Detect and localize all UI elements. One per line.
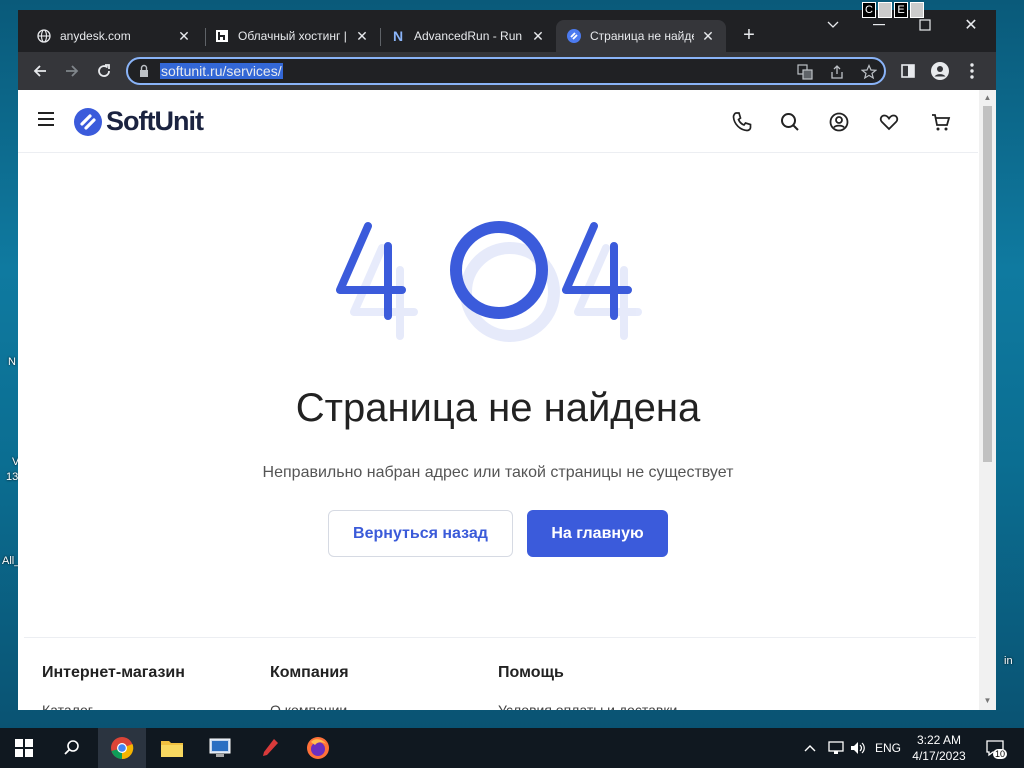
pen-app-icon[interactable] <box>246 728 294 768</box>
softunit-logo-icon <box>74 107 102 136</box>
account-icon[interactable] <box>827 110 851 134</box>
scroll-up-arrow[interactable]: ▲ <box>983 93 992 102</box>
site-logo[interactable]: SoftUnit <box>74 106 204 137</box>
tab-advancedrun[interactable]: N AdvancedRun - Run ✕ <box>380 20 556 52</box>
search-icon[interactable] <box>778 110 802 134</box>
desktop-label: N <box>8 356 16 368</box>
remote-overlay-controls[interactable]: C E <box>862 2 924 18</box>
notification-center-icon[interactable]: 10 <box>980 728 1010 768</box>
overlay-box[interactable] <box>910 2 924 18</box>
bookmark-star-icon[interactable] <box>860 63 878 81</box>
network-icon[interactable] <box>824 728 848 768</box>
translate-icon[interactable] <box>796 63 814 81</box>
page-scrollbar[interactable]: ▲ ▼ <box>979 90 996 710</box>
firefox-icon[interactable] <box>294 728 342 768</box>
footer-link-about[interactable]: О компании <box>270 702 347 710</box>
browser-window: anydesk.com ✕ Облачный хостинг | ✕ N Adv… <box>18 10 996 710</box>
url-text[interactable]: softunit.ru/services/ <box>160 63 283 79</box>
tab-title: Облачный хостинг | <box>238 29 347 43</box>
notification-count: 10 <box>993 749 1008 759</box>
reload-button[interactable] <box>92 59 116 83</box>
scroll-down-arrow[interactable]: ▼ <box>983 696 992 705</box>
chrome-taskbar-icon[interactable] <box>98 728 146 768</box>
forward-button[interactable] <box>60 59 84 83</box>
error-404-graphic <box>336 221 642 342</box>
tab-anydesk[interactable]: anydesk.com ✕ <box>26 20 202 52</box>
close-icon[interactable]: ✕ <box>176 28 192 44</box>
page-content: SoftUnit Страница не найдена Неправильно… <box>18 90 996 710</box>
desktop-label: 13 <box>6 471 19 483</box>
side-panel-icon[interactable] <box>896 59 920 83</box>
tab-search-button[interactable] <box>810 10 856 40</box>
tab-softunit[interactable]: Страница не найде ✕ <box>556 20 726 52</box>
footer-link-delivery[interactable]: Условия оплаты и доставки <box>498 702 677 710</box>
footer-divider <box>24 637 976 638</box>
back-button[interactable] <box>28 59 52 83</box>
tab-title: anydesk.com <box>60 29 131 43</box>
page-title: Страница не найдена <box>295 386 701 430</box>
system-clock[interactable]: 3:22 AM 4/17/2023 <box>904 732 974 764</box>
tab-strip: anydesk.com ✕ Облачный хостинг | ✕ N Adv… <box>18 10 996 52</box>
footer-heading-help: Помощь <box>498 664 564 681</box>
go-back-button[interactable]: Вернуться назад <box>328 510 513 557</box>
favorites-heart-icon[interactable] <box>877 110 901 134</box>
home-button[interactable]: На главную <box>527 510 668 557</box>
scrollbar-thumb[interactable] <box>983 106 992 462</box>
cart-icon[interactable] <box>929 110 953 134</box>
remote-desktop-icon[interactable] <box>196 728 244 768</box>
close-window-button[interactable]: ✕ <box>948 10 994 40</box>
start-button[interactable] <box>0 728 48 768</box>
file-explorer-icon[interactable] <box>148 728 196 768</box>
taskbar: ENG 3:22 AM 4/17/2023 10 <box>0 728 1024 768</box>
close-icon[interactable]: ✕ <box>530 28 546 44</box>
globe-icon <box>36 28 52 44</box>
footer-heading-company: Компания <box>270 664 349 681</box>
volume-icon[interactable] <box>848 728 868 768</box>
close-icon[interactable]: ✕ <box>354 28 370 44</box>
hamburger-menu-icon[interactable] <box>38 112 54 126</box>
overlay-c[interactable]: C <box>862 2 876 18</box>
address-bar[interactable]: softunit.ru/services/ <box>126 57 886 85</box>
search-icon[interactable] <box>48 728 96 768</box>
lock-icon[interactable] <box>138 64 152 78</box>
footer-heading-shop: Интернет-магазин <box>42 664 185 681</box>
logo-text: SoftUnit <box>106 106 204 136</box>
tab-title: AdvancedRun - Run <box>414 29 523 43</box>
browser-toolbar: softunit.ru/services/ <box>18 52 996 90</box>
clock-time: 3:22 AM <box>916 733 962 747</box>
site-header: SoftUnit <box>18 90 978 153</box>
show-hidden-icons[interactable] <box>800 728 820 768</box>
n-favicon: N <box>392 28 404 44</box>
overlay-box[interactable] <box>878 2 892 18</box>
language-indicator[interactable]: ENG <box>872 728 904 768</box>
softunit-favicon <box>566 28 582 44</box>
phone-icon[interactable] <box>730 110 754 134</box>
menu-kebab-icon[interactable] <box>960 59 984 83</box>
hosting-favicon <box>214 28 230 44</box>
profile-icon[interactable] <box>928 59 952 83</box>
footer-link-catalog[interactable]: Каталог <box>42 702 93 710</box>
tab-hosting[interactable]: Облачный хостинг | ✕ <box>204 20 380 52</box>
clock-date: 4/17/2023 <box>912 749 966 763</box>
desktop-label: in <box>1004 655 1013 667</box>
close-icon[interactable]: ✕ <box>700 28 716 44</box>
overlay-e[interactable]: E <box>894 2 908 18</box>
page-subtitle: Неправильно набран адрес или такой стран… <box>262 464 734 481</box>
new-tab-button[interactable]: + <box>738 24 760 46</box>
share-icon[interactable] <box>828 63 846 81</box>
tab-title: Страница не найде <box>590 29 694 43</box>
